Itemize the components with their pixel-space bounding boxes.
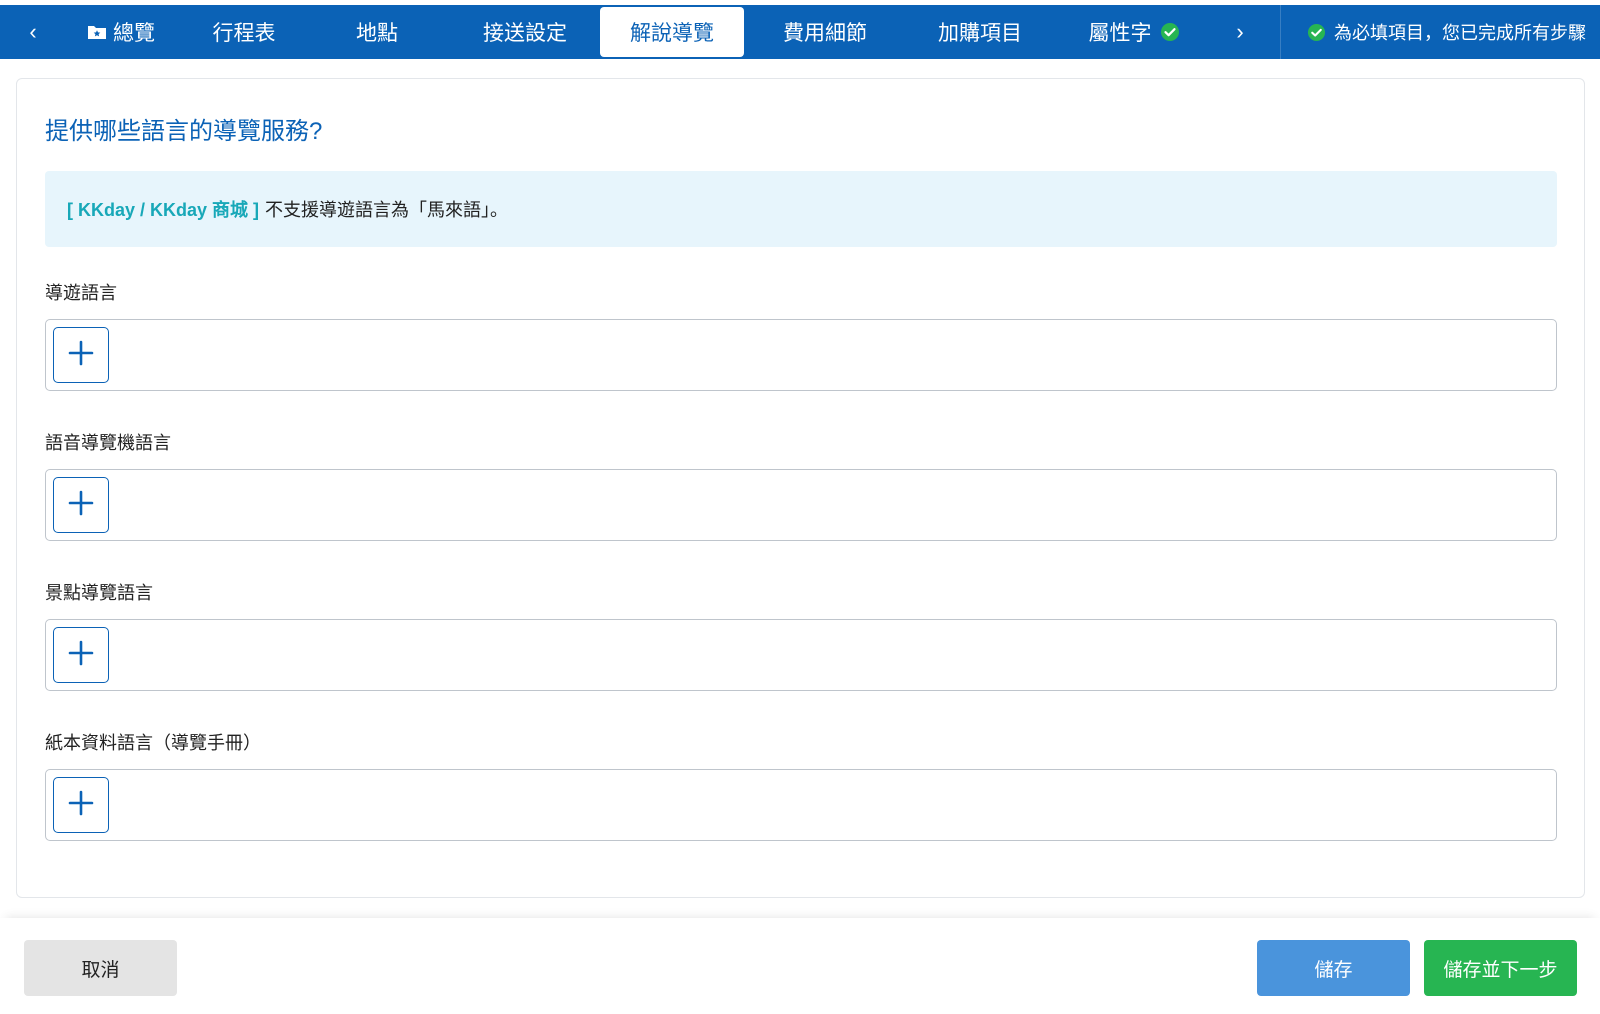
save-and-next-button[interactable]: 儲存並下一步 [1424,940,1577,996]
tab-attributes[interactable]: 屬性字 [1054,7,1214,57]
audio-guide-language-field [45,469,1557,541]
plus-icon [68,490,94,521]
save-button[interactable]: 儲存 [1257,940,1410,996]
add-printed-material-language-button[interactable] [53,777,109,833]
tab-label: 屬性字 [1088,22,1152,45]
cancel-button[interactable]: 取消 [24,940,177,996]
page-title: 提供哪些語言的導覽服務? [45,118,323,145]
tab-itinerary[interactable]: 行程表 [184,7,304,57]
plus-icon [68,340,94,371]
top-nav: ‹ 總覽 行程表 地點 接送設定 解說導覽 費用細節 加購項目 屬性字 › 為必… [0,5,1600,59]
add-guide-language-button[interactable] [53,327,109,383]
guide-language-card: 提供哪些語言的導覽服務? [ KKday / KKday 商城 ] 不支援導遊語… [16,78,1585,898]
tab-overview[interactable]: 總覽 [66,7,176,57]
guide-language-field [45,319,1557,391]
tab-guided-tour[interactable]: 解說導覽 [600,7,744,57]
field-label-site-guide-language: 景點導覽語言 [45,583,153,603]
folder-star-icon [87,24,107,40]
tab-label: 行程表 [212,22,276,45]
step-tabs: 總覽 行程表 地點 接送設定 解說導覽 費用細節 加購項目 屬性字 [66,5,1214,59]
field-label-printed-material-language: 紙本資料語言（導覽手冊） [45,733,261,753]
status-text: 為必填項目，您已完成所有步驟 [1334,23,1586,43]
nav-prev-button[interactable]: ‹ [0,5,66,59]
tab-label: 接送設定 [483,22,567,45]
chevron-right-icon: › [1236,19,1244,44]
tab-location[interactable]: 地點 [312,7,442,57]
tab-label: 地點 [356,22,398,45]
chevron-left-icon: ‹ [29,19,37,44]
tab-label: 費用細節 [783,22,867,45]
completion-status: 為必填項目，您已完成所有步驟 [1280,5,1600,59]
field-label-audio-guide-language: 語音導覽機語言 [45,433,171,453]
add-audio-guide-language-button[interactable] [53,477,109,533]
plus-icon [68,790,94,821]
notice-banner: [ KKday / KKday 商城 ] 不支援導遊語言為「馬來語」。 [45,171,1557,247]
tab-fee-details[interactable]: 費用細節 [744,7,906,57]
printed-material-language-field [45,769,1557,841]
tab-pickup-settings[interactable]: 接送設定 [450,7,600,57]
tab-label: 總覽 [113,22,155,45]
field-label-guide-language: 導遊語言 [45,283,117,303]
add-site-guide-language-button[interactable] [53,627,109,683]
notice-brand: [ KKday / KKday 商城 ] [67,200,260,220]
tab-label: 加購項目 [938,22,1022,45]
site-guide-language-field [45,619,1557,691]
tab-add-ons[interactable]: 加購項目 [906,7,1054,57]
check-circle-icon [1307,23,1326,42]
nav-next-button[interactable]: › [1214,5,1266,59]
plus-icon [68,640,94,671]
check-circle-icon [1160,22,1180,42]
tab-label: 解說導覽 [630,22,714,45]
notice-text: 不支援導遊語言為「馬來語」。 [265,200,509,220]
action-footer: 取消 儲存 儲存並下一步 [0,918,1600,1014]
